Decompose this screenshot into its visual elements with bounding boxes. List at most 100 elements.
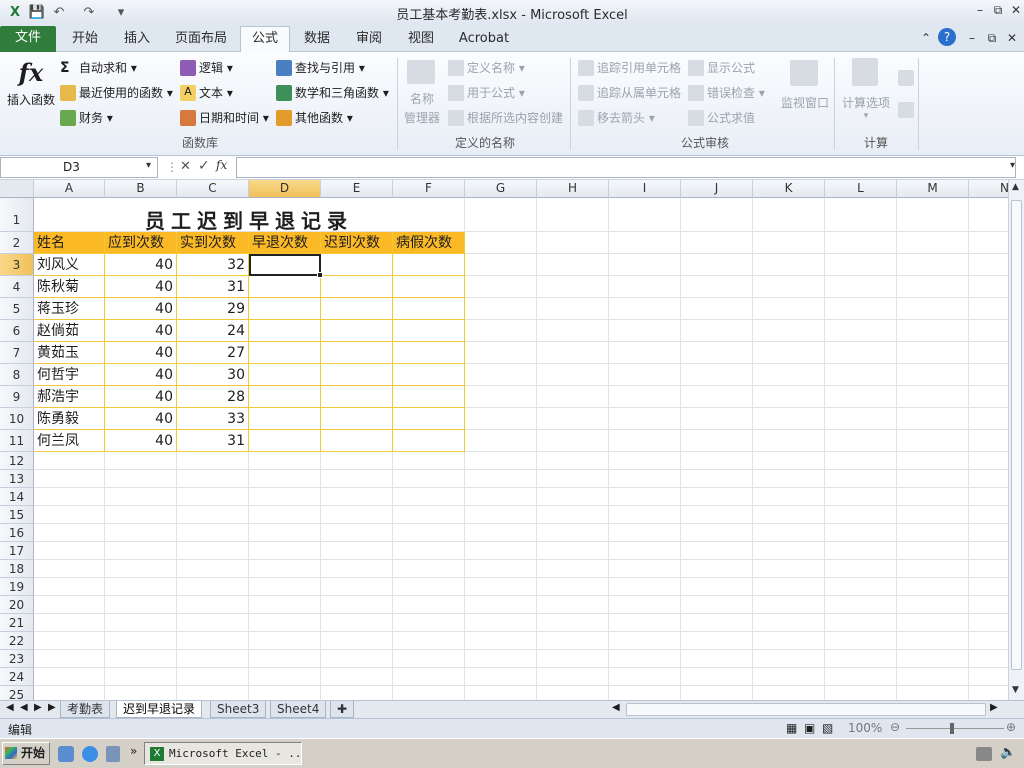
- cell[interactable]: [753, 232, 825, 254]
- cell[interactable]: [177, 578, 249, 596]
- cell[interactable]: [321, 470, 393, 488]
- late-count-cell[interactable]: [321, 254, 393, 276]
- sick-leave-cell[interactable]: [393, 430, 465, 452]
- cell[interactable]: [465, 276, 537, 298]
- cell[interactable]: [753, 578, 825, 596]
- cell[interactable]: [609, 430, 681, 452]
- column-header[interactable]: B: [105, 180, 177, 198]
- cell[interactable]: [825, 364, 897, 386]
- cell[interactable]: [825, 506, 897, 524]
- recent-functions-button[interactable]: 最近使用的函数 ▾: [60, 84, 173, 101]
- column-header[interactable]: G: [465, 180, 537, 198]
- tab-file[interactable]: 文件: [0, 26, 56, 52]
- vertical-scrollbar[interactable]: ▲ ▼: [1008, 180, 1024, 700]
- remove-arrows-button[interactable]: 移去箭头 ▾: [578, 109, 655, 126]
- early-leave-cell[interactable]: [249, 408, 321, 430]
- cell[interactable]: [537, 614, 609, 632]
- tab-view[interactable]: 视图: [400, 27, 442, 52]
- cell[interactable]: [753, 470, 825, 488]
- cell[interactable]: [537, 386, 609, 408]
- cell[interactable]: [897, 320, 969, 342]
- cell[interactable]: [177, 650, 249, 668]
- cell[interactable]: [537, 524, 609, 542]
- column-title-cell[interactable]: 病假次数: [393, 232, 465, 254]
- late-count-cell[interactable]: [321, 298, 393, 320]
- cell[interactable]: [34, 668, 105, 686]
- cell[interactable]: [249, 488, 321, 506]
- employee-name-cell[interactable]: 何哲宇: [34, 364, 105, 386]
- cell[interactable]: [34, 524, 105, 542]
- doc-restore-icon[interactable]: ⧉: [984, 30, 1000, 46]
- actual-count-cell[interactable]: 24: [177, 320, 249, 342]
- actual-count-cell[interactable]: 31: [177, 276, 249, 298]
- datetime-button[interactable]: 日期和时间 ▾: [180, 109, 269, 126]
- calculate-now-icon[interactable]: [898, 70, 914, 86]
- cell[interactable]: [393, 686, 465, 700]
- cell[interactable]: [609, 276, 681, 298]
- cell[interactable]: [465, 668, 537, 686]
- cell[interactable]: [321, 614, 393, 632]
- row-header[interactable]: 4: [0, 276, 34, 298]
- cell[interactable]: [609, 506, 681, 524]
- cell[interactable]: [34, 542, 105, 560]
- cell[interactable]: [537, 298, 609, 320]
- cell[interactable]: [969, 364, 1008, 386]
- cell[interactable]: [105, 650, 177, 668]
- cell[interactable]: [34, 560, 105, 578]
- cell[interactable]: [969, 298, 1008, 320]
- cell[interactable]: [897, 488, 969, 506]
- media-icon[interactable]: [106, 746, 120, 762]
- cell[interactable]: [34, 488, 105, 506]
- cell[interactable]: [969, 342, 1008, 364]
- cell[interactable]: [105, 506, 177, 524]
- employee-name-cell[interactable]: 郝浩宇: [34, 386, 105, 408]
- row-header[interactable]: 11: [0, 430, 34, 452]
- actual-count-cell[interactable]: 29: [177, 298, 249, 320]
- worksheet-grid[interactable]: ABCDEFGHIJKLMN 1 2 3 4 5 6 7 8 9 10 11 12 13 14 15 16 17…: [0, 180, 1008, 700]
- cell[interactable]: [825, 320, 897, 342]
- cell[interactable]: [753, 488, 825, 506]
- cell[interactable]: [825, 650, 897, 668]
- trace-dependents-button[interactable]: 追踪从属单元格: [578, 84, 681, 101]
- zoom-slider[interactable]: [906, 728, 1004, 729]
- cell[interactable]: [537, 232, 609, 254]
- column-header[interactable]: H: [537, 180, 609, 198]
- trace-precedents-button[interactable]: 追踪引用单元格: [578, 59, 681, 76]
- cell[interactable]: [465, 488, 537, 506]
- row-header[interactable]: 7: [0, 342, 34, 364]
- cell[interactable]: [105, 560, 177, 578]
- cell[interactable]: [753, 452, 825, 470]
- cell[interactable]: [537, 198, 609, 232]
- cell[interactable]: [537, 452, 609, 470]
- cell[interactable]: [393, 632, 465, 650]
- error-checking-button[interactable]: 错误检查 ▾: [688, 84, 765, 101]
- cell[interactable]: [537, 320, 609, 342]
- cell[interactable]: [681, 542, 753, 560]
- cell[interactable]: [609, 614, 681, 632]
- cell[interactable]: [537, 408, 609, 430]
- cell[interactable]: [969, 232, 1008, 254]
- cell[interactable]: [681, 364, 753, 386]
- cell[interactable]: [609, 408, 681, 430]
- cell[interactable]: [105, 686, 177, 700]
- sheet-tab-sheet4[interactable]: Sheet4: [270, 701, 327, 718]
- cell[interactable]: [681, 524, 753, 542]
- cell[interactable]: [897, 342, 969, 364]
- cell[interactable]: [897, 578, 969, 596]
- cell[interactable]: [897, 524, 969, 542]
- row-header[interactable]: 5: [0, 298, 34, 320]
- cell[interactable]: [105, 632, 177, 650]
- cell[interactable]: [537, 506, 609, 524]
- cell[interactable]: [969, 452, 1008, 470]
- actual-count-cell[interactable]: 28: [177, 386, 249, 408]
- cell[interactable]: [825, 470, 897, 488]
- employee-name-cell[interactable]: 黄茹玉: [34, 342, 105, 364]
- cell[interactable]: [825, 342, 897, 364]
- cell[interactable]: [825, 430, 897, 452]
- insert-function-button[interactable]: fx 插入函数: [7, 58, 55, 108]
- calculate-sheet-icon[interactable]: [898, 102, 914, 118]
- cell[interactable]: [897, 198, 969, 232]
- sheet-title[interactable]: 员工迟到早退记录: [34, 198, 465, 232]
- cell[interactable]: [969, 408, 1008, 430]
- cell[interactable]: [465, 430, 537, 452]
